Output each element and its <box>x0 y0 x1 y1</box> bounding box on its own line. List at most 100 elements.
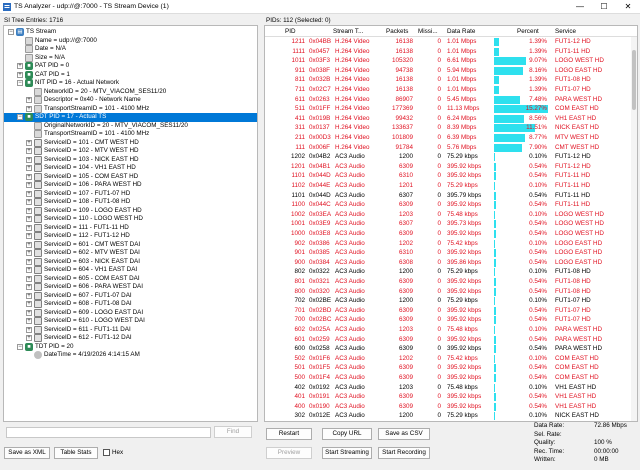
expand-icon[interactable]: + <box>26 241 32 248</box>
expand-icon[interactable]: + <box>17 63 23 69</box>
tree-node[interactable]: DateTime = 4/19/2026 4:14:15 AM <box>4 351 256 360</box>
tree-node[interactable]: + ServiceID = 610 - LOGO WEST DAI <box>4 317 256 326</box>
expand-icon[interactable]: + <box>17 71 23 78</box>
table-row[interactable]: 611 0x0263 H.264 Video 86907 0 5.45 Mbps 7.48%… <box>265 95 637 105</box>
table-row[interactable]: 702 0x02BE AC3 Audio 1200 0 75.29 kbps 0.10% FU… <box>265 297 637 306</box>
tree-node[interactable]: + ServiceID = 609 - LOGO EAST DAI <box>4 308 256 318</box>
table-row[interactable]: 511 0x01FF H.264 Video 177369 0 11.13 Mbps 15.… <box>265 105 637 114</box>
table-row[interactable]: 500 0x01F4 AC3 Audio 6309 0 395.92 kbps 0.54% C… <box>265 374 637 383</box>
tree-node[interactable]: − ■ SDT PID = 17 - Actual TS <box>4 113 257 122</box>
col-data-rate[interactable]: Data Rate <box>447 28 475 35</box>
col-pid[interactable]: PID <box>285 28 296 35</box>
tree-node[interactable]: + ServiceID = 602 - MTV WEST DAI <box>4 249 256 258</box>
expand-icon[interactable]: + <box>26 173 32 180</box>
table-row[interactable]: 911 0x038F H.264 Video 94738 0 5.94 Mbps 8.16%… <box>265 66 637 76</box>
tree-node[interactable]: OriginalNetworkID = 20 - MTV_VIACOM_SES1… <box>4 121 256 131</box>
table-row[interactable]: 1111 0x0457 H.264 Video 16138 0 1.01 Mbps 1.39… <box>265 47 637 57</box>
col-missing[interactable]: Missi... <box>418 28 438 35</box>
expand-icon[interactable]: + <box>26 199 32 205</box>
tree-node[interactable]: + ServiceID = 103 - NICK EAST HD <box>4 155 256 165</box>
save-as-xml-button[interactable]: Save as XML <box>4 447 50 459</box>
expand-icon[interactable]: + <box>26 165 32 171</box>
table-row[interactable]: 1101 0x044D AC3 Audio 6310 0 395.92 kbps 0.54%… <box>265 172 637 181</box>
table-row[interactable]: 1100 0x044C AC3 Audio 6309 0 395.92 kbps 0.54%… <box>265 201 637 210</box>
table-row[interactable]: 601 0x0259 AC3 Audio 6309 0 395.92 kbps 0.54% P… <box>265 335 637 345</box>
save-as-csv-button[interactable]: Save as CSV <box>378 428 430 440</box>
table-row[interactable]: 1211 0x04BB H.264 Video 16138 0 1.01 Mbps 1.39… <box>265 38 637 47</box>
expand-icon[interactable]: + <box>26 207 32 214</box>
expand-icon[interactable]: + <box>26 309 32 316</box>
table-row[interactable]: 411 0x019B H.264 Video 99432 0 6.24 Mbps 8.56%… <box>265 114 637 124</box>
col-percent[interactable]: Percent <box>517 28 539 35</box>
table-row[interactable]: 111 0x006F H.264 Video 91784 0 5.76 Mbps 7.90%… <box>265 143 637 153</box>
pid-table[interactable]: PID Stream T... Packets Missi... Data Ra… <box>264 25 638 422</box>
collapse-icon[interactable]: − <box>17 80 23 86</box>
table-row[interactable]: 1202 0x04B2 AC3 Audio 1200 0 75.29 kbps 0.10% F… <box>265 153 637 162</box>
tree-node[interactable]: TransportStreamID = 101 - 4100 MHz <box>4 130 256 139</box>
tree-node[interactable]: − ■ TDT PID = 20 <box>4 342 256 352</box>
expand-icon[interactable]: + <box>26 267 32 273</box>
tree-node[interactable]: + ServiceID = 604 - VH1 EAST DAI <box>4 266 256 275</box>
maximize-button[interactable]: ☐ <box>592 0 616 14</box>
preview-button[interactable]: Preview <box>266 447 312 459</box>
tree-node[interactable]: + ■ CAT PID = 1 <box>4 70 256 80</box>
expand-icon[interactable]: + <box>26 335 32 341</box>
table-row[interactable]: 811 0x032B H.264 Video 16138 0 1.01 Mbps 1.39%… <box>265 76 637 85</box>
hex-checkbox[interactable] <box>103 449 110 456</box>
minimize-button[interactable]: — <box>568 0 592 14</box>
table-row[interactable]: 1102 0x044E AC3 Audio 1201 0 75.29 kbps 0.10% F… <box>265 182 637 191</box>
expand-icon[interactable]: + <box>26 224 32 231</box>
tree-node[interactable]: + ServiceID = 101 - CMT WEST HD <box>4 138 256 148</box>
table-row[interactable]: 502 0x01F6 AC3 Audio 1202 0 75.42 kbps 0.10% CO… <box>265 354 637 364</box>
close-button[interactable]: ✕ <box>616 0 640 14</box>
expand-icon[interactable]: + <box>26 318 32 324</box>
tree-node[interactable]: + ServiceID = 607 - FUT1-07 DAI <box>4 291 256 301</box>
expand-icon[interactable]: + <box>26 275 32 282</box>
tree-node[interactable]: + ServiceID = 112 - FUT1-12 HD <box>4 232 256 241</box>
start-recording-button[interactable]: Start Recording <box>378 447 430 459</box>
tree-node[interactable]: + ServiceID = 108 - FUT1-08 HD <box>4 198 256 207</box>
tree-node[interactable]: + ServiceID = 601 - CMT WEST DAI <box>4 240 256 250</box>
tree-node[interactable]: + ServiceID = 104 - VH1 EAST HD <box>4 164 256 173</box>
table-row[interactable]: 211 0x00D3 H.264 Video 101809 0 6.39 Mbps 8.77… <box>265 134 637 143</box>
table-row[interactable]: 1000 0x03E8 AC3 Audio 6309 0 395.92 kbps 0.54%… <box>265 230 637 239</box>
table-row[interactable]: 501 0x01F5 AC3 Audio 6309 0 395.92 kbps 0.54% C… <box>265 364 637 373</box>
tree-node[interactable]: + ServiceID = 107 - FUT1-07 HD <box>4 189 256 199</box>
table-row[interactable]: 900 0x0384 AC3 Audio 6308 0 395.86 kbps 0.54% L… <box>265 258 637 268</box>
tree-node[interactable]: + ServiceID = 102 - MTV WEST HD <box>4 147 256 156</box>
col-packets[interactable]: Packets <box>386 28 408 35</box>
tree-node[interactable]: + ServiceID = 105 - COM EAST HD <box>4 172 256 182</box>
table-row[interactable]: 400 0x0190 AC3 Audio 6309 0 395.92 kbps 0.54% V… <box>265 402 637 412</box>
table-row[interactable]: 1011 0x03F3 H.264 Video 105320 0 6.61 Mbps 9.0… <box>265 57 637 66</box>
find-input[interactable] <box>6 427 211 438</box>
table-row[interactable]: 302 0x012E AC3 Audio 1200 0 75.29 kbps 0.10% NI… <box>265 412 637 421</box>
expand-icon[interactable]: + <box>26 233 32 239</box>
start-streaming-button[interactable]: Start Streaming <box>322 447 372 459</box>
expand-icon[interactable]: + <box>26 250 32 256</box>
restart-button[interactable]: Restart <box>266 428 312 440</box>
expand-icon[interactable]: + <box>26 190 32 197</box>
copy-url-button[interactable]: Copy URL <box>322 428 372 440</box>
expand-icon[interactable]: + <box>26 258 32 265</box>
table-scrollbar[interactable] <box>631 37 637 421</box>
table-row[interactable]: 700 0x02BC AC3 Audio 6309 0 395.92 kbps 0.54% F… <box>265 316 637 325</box>
col-service[interactable]: Service <box>555 28 576 35</box>
tree-node[interactable]: Date = N/A <box>4 45 256 54</box>
table-row[interactable]: 801 0x0321 AC3 Audio 6309 0 395.92 kbps 0.54% F… <box>265 278 637 287</box>
tree-node[interactable]: + ServiceID = 106 - PARA WEST HD <box>4 181 256 190</box>
tree-node[interactable]: + TransportStreamID = 101 - 4100 MHz <box>4 104 256 114</box>
tree-node[interactable]: + ServiceID = 109 - LOGO EAST HD <box>4 206 256 216</box>
table-row[interactable]: 1101 0x044D AC3 Audio 6307 0 395.79 kbps 0.54%… <box>265 191 637 201</box>
table-row[interactable]: 802 0x0322 AC3 Audio 1200 0 75.29 kbps 0.10% FU… <box>265 268 637 277</box>
tree-node[interactable]: + ServiceID = 111 - FUT1-11 HD <box>4 223 256 233</box>
tree-node[interactable]: + Descriptor = 0x40 - Network Name <box>4 96 256 105</box>
table-stats-button[interactable]: Table Stats <box>54 447 98 459</box>
expand-icon[interactable]: + <box>26 139 32 146</box>
tree-node[interactable]: + ServiceID = 603 - NICK EAST DAI <box>4 257 256 267</box>
tree-node[interactable]: + ■ PAT PID = 0 <box>4 62 256 71</box>
tree-node[interactable]: − ■ NIT PID = 16 - Actual Network <box>4 79 256 88</box>
table-row[interactable]: 1002 0x03EA AC3 Audio 1203 0 75.48 kbps 0.10% L… <box>265 210 637 220</box>
tree-node[interactable]: Size = N/A <box>4 53 256 63</box>
tree-node[interactable]: + ServiceID = 608 - FUT1-08 DAI <box>4 300 256 309</box>
tree-node[interactable]: + ServiceID = 612 - FUT1-12 DAI <box>4 334 256 343</box>
